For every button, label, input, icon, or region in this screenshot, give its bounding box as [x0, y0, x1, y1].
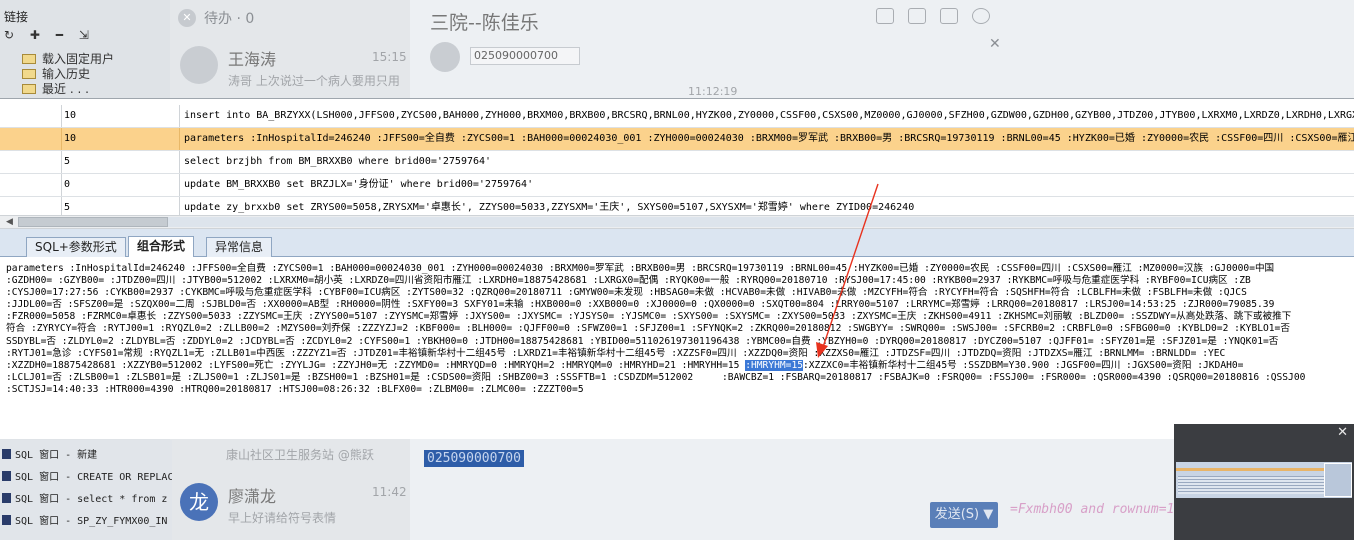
settings-icon[interactable] — [972, 8, 990, 24]
detail-line-head: :XZZDH0=18875428681 :XZZYB0=512002 :LYFS… — [6, 359, 746, 371]
detail-line: :FZR000=5058 :FZRMC0=卓惠长 :ZZYS00=5033 :Z… — [6, 311, 1292, 323]
table-row-selected[interactable]: 10 parameters :InHospitalId=246240 :JFFS… — [0, 128, 1354, 151]
detail-line: parameters :InHospitalId=246240 :JFFS00=… — [6, 263, 1275, 274]
send-button[interactable]: 发送(S) ▼ — [930, 502, 998, 528]
horizontal-scrollbar[interactable]: ◀ — [0, 215, 1354, 229]
thumbnail-preview-image — [1176, 462, 1352, 498]
detail-line: :JJDL00=否 :SFSZ00=是 :SZQX00=二周 :SJBLD0=否… — [6, 299, 1275, 311]
contact-time: 15:15 — [372, 50, 407, 64]
list-item-label: SQL 窗口 - CREATE OR REPLACE — [15, 472, 172, 483]
elapsed-cell: 10 — [62, 105, 180, 127]
detail-line-tail: :XZZXC0=丰裕镇新华村十二组45号 :SSZDBM=Y30.900 :JG… — [803, 359, 1244, 371]
avatar — [180, 46, 218, 84]
screenshot-icon[interactable] — [876, 8, 894, 24]
contact-item[interactable]: 王海涛 涛哥 上次说过一个病人要用只用 — [180, 46, 400, 89]
elapsed-cell: 10 — [62, 128, 180, 150]
selected-number-text[interactable]: 025090000700 — [424, 450, 524, 467]
code-peek-text: =Fxmbh00 and rownum=1 ; — [1010, 502, 1191, 517]
close-icon[interactable]: ✕ — [989, 36, 1001, 52]
elapsed-cell: 5 — [62, 197, 180, 217]
detail-line: :GZDH00= :GZYB00= :JTDZ00=四川 :JTYB00=512… — [6, 275, 1251, 287]
tree-toolbar[interactable]: ↻ ✚ ━ ⇲ — [4, 28, 95, 42]
elapsed-cell: 0 — [62, 174, 180, 196]
avatar: 龙 — [180, 483, 218, 521]
contact-item[interactable]: 龙 廖潇龙 早上好请给符号表情 — [180, 483, 336, 526]
message-time: 11:12:19 — [688, 85, 738, 98]
thumbnail-frame — [1324, 463, 1352, 497]
todo-label: 待办 · 0 — [204, 11, 255, 27]
list-item[interactable]: SQL 窗口 - CREATE OR REPLACE — [2, 468, 172, 483]
list-item[interactable]: SQL 窗口 - select * from z — [2, 490, 167, 505]
list-item-label: SQL 窗口 - select * from z — [15, 494, 168, 505]
sql-cell: select brzjbh from BM_BRXXB0 where brid0… — [184, 156, 492, 167]
tree-item-recent[interactable]: 最近 . . . — [22, 80, 89, 97]
sql-grid: 10 insert into BA_BRZYXX(LSH000,JFFS00,Z… — [0, 99, 1354, 217]
list-item-label: SQL 窗口 - 新建 — [15, 450, 98, 461]
scrollbar-thumb[interactable] — [18, 217, 168, 227]
detail-line: :SCTJSJ=14:40:33 :HTR000=4390 :HTRQ00=20… — [6, 383, 584, 395]
tree-title: 链接 — [4, 10, 29, 24]
highlighted-parameter: :HMRYHM=15 — [745, 359, 803, 371]
detail-line: :CYSJ00=17:27:56 :CYKB00=2937 :CYKBMC=呼吸… — [6, 287, 1247, 299]
taskbar-thumbnail[interactable]: ✕ — [1174, 424, 1354, 540]
scrollbar-track[interactable] — [168, 217, 1354, 227]
row-index-cell — [0, 174, 62, 196]
elapsed-cell: 5 — [62, 151, 180, 173]
folder-icon — [22, 83, 36, 94]
contact-name: 廖潇龙 — [228, 487, 277, 506]
avatar — [430, 42, 460, 72]
chat-title: 三院--陈佳乐 — [430, 12, 539, 34]
detail-line: :XZZDH0=18875428681 :XZZYB0=512002 :LYFS… — [6, 359, 1354, 372]
sql-cell: parameters :InHospitalId=246240 :JFFS00=… — [184, 133, 1354, 144]
detail-line: SSDYBL=否 :ZLDYL0=2 :ZLDYBL=否 :ZDDYL0=2 :… — [6, 335, 1279, 347]
tab-combined[interactable]: 组合形式 — [128, 236, 195, 257]
chat-id-input[interactable]: 025090000700 — [470, 47, 580, 65]
row-index-cell — [0, 197, 62, 217]
sql-window-list: SQL 窗口 - 新建 SQL 窗口 - CREATE OR REPLACE S… — [0, 440, 172, 540]
list-item-label: SQL 窗口 - SP_ZY_FYMX00_IN — [15, 516, 168, 527]
table-row[interactable]: 10 insert into BA_BRZYXX(LSH000,JFFS00,Z… — [0, 105, 1354, 128]
chat-toolbar — [876, 8, 990, 24]
folder-icon — [22, 53, 36, 64]
window-icon[interactable] — [908, 8, 926, 24]
detail-line: 符合 :ZYRYCY=符合 :RYTJ00=1 :RYQZL0=2 :ZLLB0… — [6, 323, 1290, 335]
table-row[interactable]: 5 update zy_brxxb0 set ZRYS00=5058,ZRYSX… — [0, 197, 1354, 217]
sql-window-icon — [2, 448, 11, 459]
sql-window-icon — [2, 492, 11, 503]
detail-line: :RYTJ01=急诊 :CYFS01=常规 :RYQZL1=无 :ZLLB01=… — [6, 347, 1226, 359]
detail-tab-bar: SQL+参数形式 组合形式 异常信息 — [0, 229, 1354, 257]
contact-time: 11:42 — [372, 485, 407, 499]
sql-cell: insert into BA_BRZYXX(LSH000,JFFS00,ZYCS… — [184, 110, 1354, 121]
tree-item-label: 最近 . . . — [42, 82, 89, 96]
row-index-cell — [0, 151, 62, 173]
contact-last-message: 涛哥 上次说过一个病人要用只用 — [228, 74, 400, 88]
list-item[interactable]: SQL 窗口 - 新建 — [2, 446, 97, 461]
contact-last-message: 康山社区卫生服务站 @熊跃 — [226, 448, 374, 462]
send-button-label: 发送(S) — [934, 507, 980, 522]
add-icon[interactable] — [940, 8, 958, 24]
contact-last-message: 早上好请给符号表情 — [228, 511, 337, 525]
thumbnail-bar — [1176, 468, 1326, 471]
close-icon[interactable]: ✕ — [1337, 425, 1348, 440]
combined-sql-text[interactable]: parameters :InHospitalId=246240 :JFFS00=… — [0, 259, 1354, 439]
sql-cell: update zy_brxxb0 set ZRYS00=5058,ZRYSXM=… — [184, 202, 915, 213]
sql-monitor-window: 10 insert into BA_BRZYXX(LSH000,JFFS00,Z… — [0, 98, 1354, 439]
close-icon[interactable]: ✕ — [178, 9, 196, 27]
detail-line: :LCLJ01=否 :ZLSB00=1 :ZLSB01=是 :ZLJS00=1 … — [6, 371, 1306, 383]
scroll-left-icon[interactable]: ◀ — [6, 217, 13, 227]
folder-icon — [22, 68, 36, 79]
tab-sql-params[interactable]: SQL+参数形式 — [26, 237, 126, 257]
row-index-cell — [0, 105, 62, 127]
sql-window-icon — [2, 514, 11, 525]
sql-cell: update BM_BRXXB0 set BRZJLX='身份证' where … — [184, 179, 534, 190]
todo-header[interactable]: ✕ 待办 · 0 — [178, 8, 254, 28]
chevron-down-icon[interactable]: ▼ — [983, 507, 993, 522]
table-row[interactable]: 0 update BM_BRXXB0 set BRZJLX='身份证' wher… — [0, 174, 1354, 197]
thumbnail-lines — [1178, 476, 1324, 494]
row-index-cell — [0, 128, 62, 150]
table-row[interactable]: 5 select brzjbh from BM_BRXXB0 where bri… — [0, 151, 1354, 174]
list-item[interactable]: SQL 窗口 - SP_ZY_FYMX00_IN — [2, 512, 167, 527]
sql-window-icon — [2, 470, 11, 481]
tab-exceptions[interactable]: 异常信息 — [206, 237, 273, 257]
